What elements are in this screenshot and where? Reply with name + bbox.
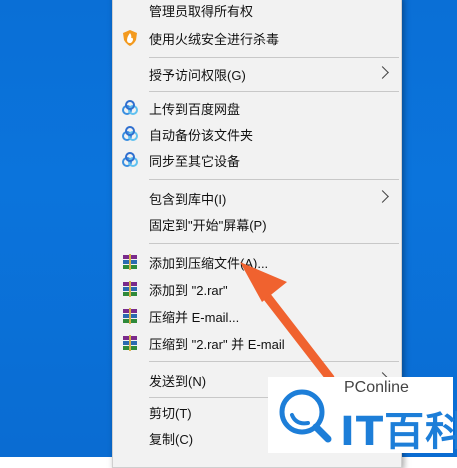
pconline-logo: PConline IT百科: [268, 377, 457, 455]
logo-name-text: IT百科: [340, 409, 457, 455]
logo-search-icon: [279, 389, 332, 443]
logo-brand-text: PConline: [344, 379, 409, 396]
